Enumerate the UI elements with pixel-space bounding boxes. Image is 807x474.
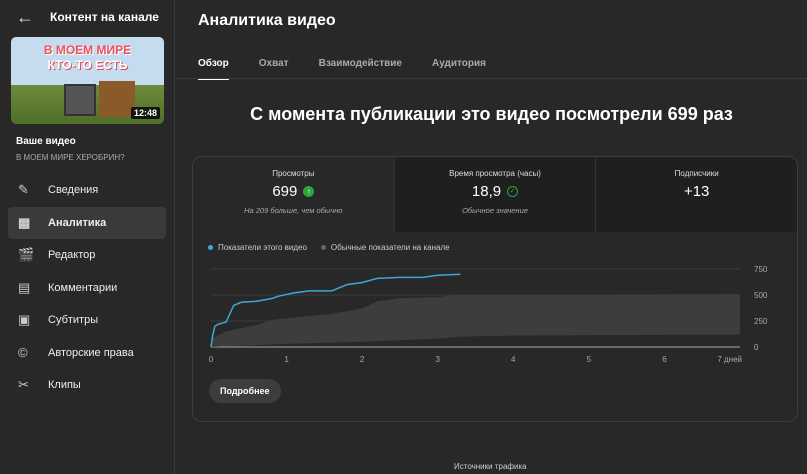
metric-label: Подписчики bbox=[674, 169, 719, 178]
tab-overview[interactable]: Обзор bbox=[198, 50, 229, 80]
thumbnail-text: В МОЕМ МИРЕ КТО-ТО ЕСТЬ bbox=[43, 43, 132, 72]
sidebar-item-clips[interactable]: ✂ Клипы bbox=[8, 369, 166, 402]
x-tick-label: 4 bbox=[511, 355, 516, 364]
tab-divider bbox=[176, 78, 807, 79]
sidebar-item-analytics[interactable]: ▩ Аналитика bbox=[8, 206, 166, 239]
tab-engagement[interactable]: Взаимодействие bbox=[319, 50, 402, 80]
check-circle-icon: ✓ bbox=[507, 186, 519, 197]
y-tick-label: 0 bbox=[754, 343, 759, 352]
x-tick-label: 0 bbox=[209, 355, 214, 364]
metric-subtext: Обычное значение bbox=[462, 206, 528, 215]
legend-label: Показатели этого видео bbox=[218, 243, 307, 252]
sidebar-item-subtitles[interactable]: ▣ Субтитры bbox=[8, 304, 166, 337]
sidebar-item-label: Аналитика bbox=[48, 216, 107, 229]
sidebar-item-editor[interactable]: 🎬 Редактор bbox=[8, 239, 166, 272]
views-chart: 0 250 500 750 0 1 2 3 4 5 6 7 дней bbox=[209, 265, 768, 364]
overview-card: Просмотры 699 ↑ На 209 больше, чем обычно… bbox=[192, 156, 798, 422]
metric-value: 699 bbox=[272, 183, 298, 200]
sidebar-item-label: Авторские права bbox=[48, 346, 134, 359]
legend-label: Обычные показатели на канале bbox=[330, 243, 450, 252]
page-title: Аналитика видео bbox=[198, 12, 336, 29]
legend-dot bbox=[320, 245, 326, 251]
sidebar-item-label: Редактор bbox=[48, 249, 96, 262]
typical-range-band bbox=[211, 293, 740, 347]
sidebar-title: Контент на канале bbox=[50, 10, 159, 24]
metric-subscribers[interactable]: Подписчики +13 bbox=[595, 157, 797, 232]
pencil-icon: ✎ bbox=[18, 182, 29, 198]
editor-icon: 🎬 bbox=[18, 247, 35, 263]
arrow-up-icon: ↑ bbox=[303, 186, 315, 197]
legend-typical: Обычные показатели на канале bbox=[320, 243, 450, 252]
sidebar: ← Контент на канале В МОЕМ МИРЕ КТО-ТО ЕС… bbox=[0, 0, 175, 474]
your-video-label: Ваше видео bbox=[16, 136, 76, 147]
video-duration: 12:48 bbox=[130, 107, 160, 119]
y-tick-label: 500 bbox=[754, 291, 768, 300]
scissors-icon: ✂ bbox=[18, 377, 29, 393]
headline: С момента публикации это видео посмотрел… bbox=[250, 104, 733, 124]
main-content: Аналитика видео Обзор Охват Взаимодейств… bbox=[176, 0, 807, 474]
x-tick-label: 7 дней bbox=[717, 355, 742, 364]
y-tick-label: 750 bbox=[754, 265, 768, 274]
comments-icon: ▤ bbox=[18, 279, 31, 295]
tabs: Обзор Охват Взаимодействие Аудитория bbox=[198, 50, 516, 80]
analytics-icon: ▩ bbox=[18, 214, 31, 230]
more-button[interactable]: Подробнее bbox=[209, 379, 281, 403]
x-tick-label: 6 bbox=[662, 355, 667, 364]
thumbnail-furnace bbox=[64, 84, 96, 116]
metric-label: Время просмотра (часы) bbox=[449, 169, 541, 178]
sidebar-item-comments[interactable]: ▤ Комментарии bbox=[8, 272, 166, 305]
metric-subtext: На 209 больше, чем обычно bbox=[244, 206, 343, 215]
legend-dot bbox=[208, 245, 213, 251]
tab-reach[interactable]: Охват bbox=[259, 50, 289, 80]
back-arrow-icon[interactable]: ← bbox=[16, 7, 50, 28]
traffic-sources-heading: Источники трафика bbox=[454, 462, 527, 471]
sidebar-item-label: Сведения bbox=[48, 184, 99, 197]
metric-value: 18,9 bbox=[471, 183, 502, 200]
x-tick-label: 5 bbox=[587, 355, 592, 364]
tab-audience[interactable]: Аудитория bbox=[432, 50, 486, 80]
metric-watch-time[interactable]: Время просмотра (часы) 18,9 ✓ Обычное зна… bbox=[393, 157, 596, 232]
sidebar-nav: ✎ Сведения ▩ Аналитика 🎬 Редактор ▤ Коммента… bbox=[8, 174, 166, 402]
metric-views[interactable]: Просмотры 699 ↑ На 209 больше, чем обычно bbox=[193, 157, 394, 232]
sidebar-item-label: Комментарии bbox=[48, 281, 118, 294]
video-title: В МОЕМ МИРЕ ХЕРОБРИН? bbox=[16, 153, 125, 162]
sidebar-item-label: Субтитры bbox=[48, 314, 99, 327]
video-thumbnail[interactable]: В МОЕМ МИРЕ КТО-ТО ЕСТЬ 12:48 bbox=[11, 37, 164, 124]
sidebar-item-copyright[interactable]: © Авторские права bbox=[8, 337, 166, 370]
metric-value: +13 bbox=[683, 183, 710, 200]
thumbnail-crafting-table bbox=[99, 81, 135, 117]
x-tick-label: 2 bbox=[360, 355, 365, 364]
sidebar-item-label: Клипы bbox=[48, 379, 81, 392]
y-tick-label: 250 bbox=[754, 317, 768, 326]
subtitles-icon: ▣ bbox=[18, 312, 31, 328]
legend-video: Показатели этого видео bbox=[208, 243, 307, 252]
x-tick-label: 1 bbox=[284, 355, 289, 364]
copyright-icon: © bbox=[18, 345, 28, 361]
metric-label: Просмотры bbox=[272, 169, 315, 178]
x-tick-label: 3 bbox=[435, 355, 440, 364]
chart-legend: Показатели этого видео Обычные показател… bbox=[208, 243, 450, 252]
sidebar-item-details[interactable]: ✎ Сведения bbox=[8, 174, 166, 207]
